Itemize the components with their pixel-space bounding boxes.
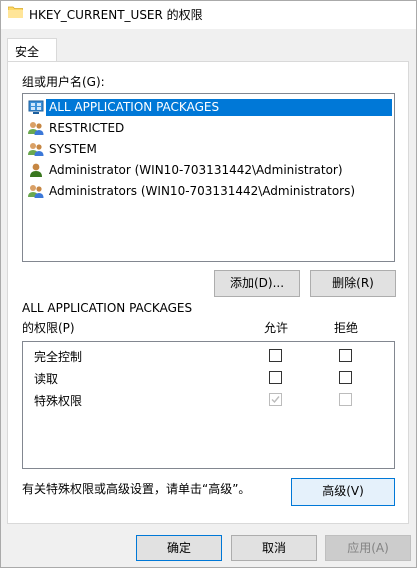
window-title: HKEY_CURRENT_USER 的权限 <box>29 8 203 22</box>
permissions-dialog: HKEY_CURRENT_USER 的权限 安全 组或用户名(G): ALL A… <box>0 0 417 568</box>
permissions-list: 完全控制 读取 特殊权限 <box>22 341 395 469</box>
list-item-system[interactable]: SYSTEM <box>27 139 393 159</box>
folder-icon <box>7 6 24 19</box>
allow-special-checkbox <box>269 393 282 406</box>
user-name: Administrator (WIN10-703131442\Administr… <box>49 163 343 177</box>
list-item-restricted[interactable]: RESTRICTED <box>27 118 393 138</box>
group-package-icon <box>28 99 44 115</box>
users-label: 组或用户名(G): <box>22 75 105 89</box>
permission-name: 完全控制 <box>34 350 83 364</box>
user-name: Administrators (WIN10-703131442\Administ… <box>49 184 356 198</box>
user-name: RESTRICTED <box>49 121 125 135</box>
allow-read-checkbox[interactable] <box>269 371 282 384</box>
allow-full-control-checkbox[interactable] <box>269 349 282 362</box>
user-icon <box>28 162 44 178</box>
list-item-all-application-packages[interactable]: ALL APPLICATION PACKAGES <box>27 97 393 117</box>
group-icon <box>28 183 44 199</box>
advanced-button[interactable]: 高级(V) <box>291 478 395 506</box>
remove-button[interactable]: 删除(R) <box>310 270 396 297</box>
list-item-administrator[interactable]: Administrator (WIN10-703131442\Administr… <box>27 160 393 180</box>
deny-full-control-checkbox[interactable] <box>339 349 352 362</box>
deny-header: 拒绝 <box>334 321 359 335</box>
cancel-button[interactable]: 取消 <box>231 535 317 561</box>
allow-header: 允许 <box>264 321 289 335</box>
user-list[interactable]: ALL APPLICATION PACKAGES RESTRICTED SYST… <box>22 93 395 262</box>
permission-row-special: 特殊权限 <box>23 389 394 411</box>
user-name: ALL APPLICATION PACKAGES <box>46 99 392 116</box>
apply-button: 应用(A) <box>325 535 411 561</box>
add-button[interactable]: 添加(D)... <box>214 270 300 297</box>
user-name: SYSTEM <box>49 142 97 156</box>
permission-name: 读取 <box>34 372 59 386</box>
advanced-hint: 有关特殊权限或高级设置，请单击“高级”。 <box>22 482 251 496</box>
permissions-title: ALL APPLICATION PACKAGES <box>22 301 193 315</box>
list-item-administrators[interactable]: Administrators (WIN10-703131442\Administ… <box>27 181 393 201</box>
dialog-body: 安全 组或用户名(G): ALL APPLICATION PACKAGES RE… <box>1 29 416 567</box>
ok-button[interactable]: 确定 <box>136 535 222 561</box>
permissions-subtitle: 的权限(P) <box>22 321 75 335</box>
deny-read-checkbox[interactable] <box>339 371 352 384</box>
tab-security[interactable]: 安全 <box>7 38 57 62</box>
title-bar[interactable]: HKEY_CURRENT_USER 的权限 <box>1 1 416 29</box>
group-icon <box>28 120 44 136</box>
permission-row-read: 读取 <box>23 367 394 389</box>
group-icon <box>28 141 44 157</box>
permission-name: 特殊权限 <box>34 394 83 408</box>
deny-special-checkbox <box>339 393 352 406</box>
security-tab-panel: 组或用户名(G): ALL APPLICATION PACKAGES RESTR… <box>7 61 409 524</box>
permission-row-full-control: 完全控制 <box>23 345 394 367</box>
checkmark-icon <box>271 396 280 404</box>
